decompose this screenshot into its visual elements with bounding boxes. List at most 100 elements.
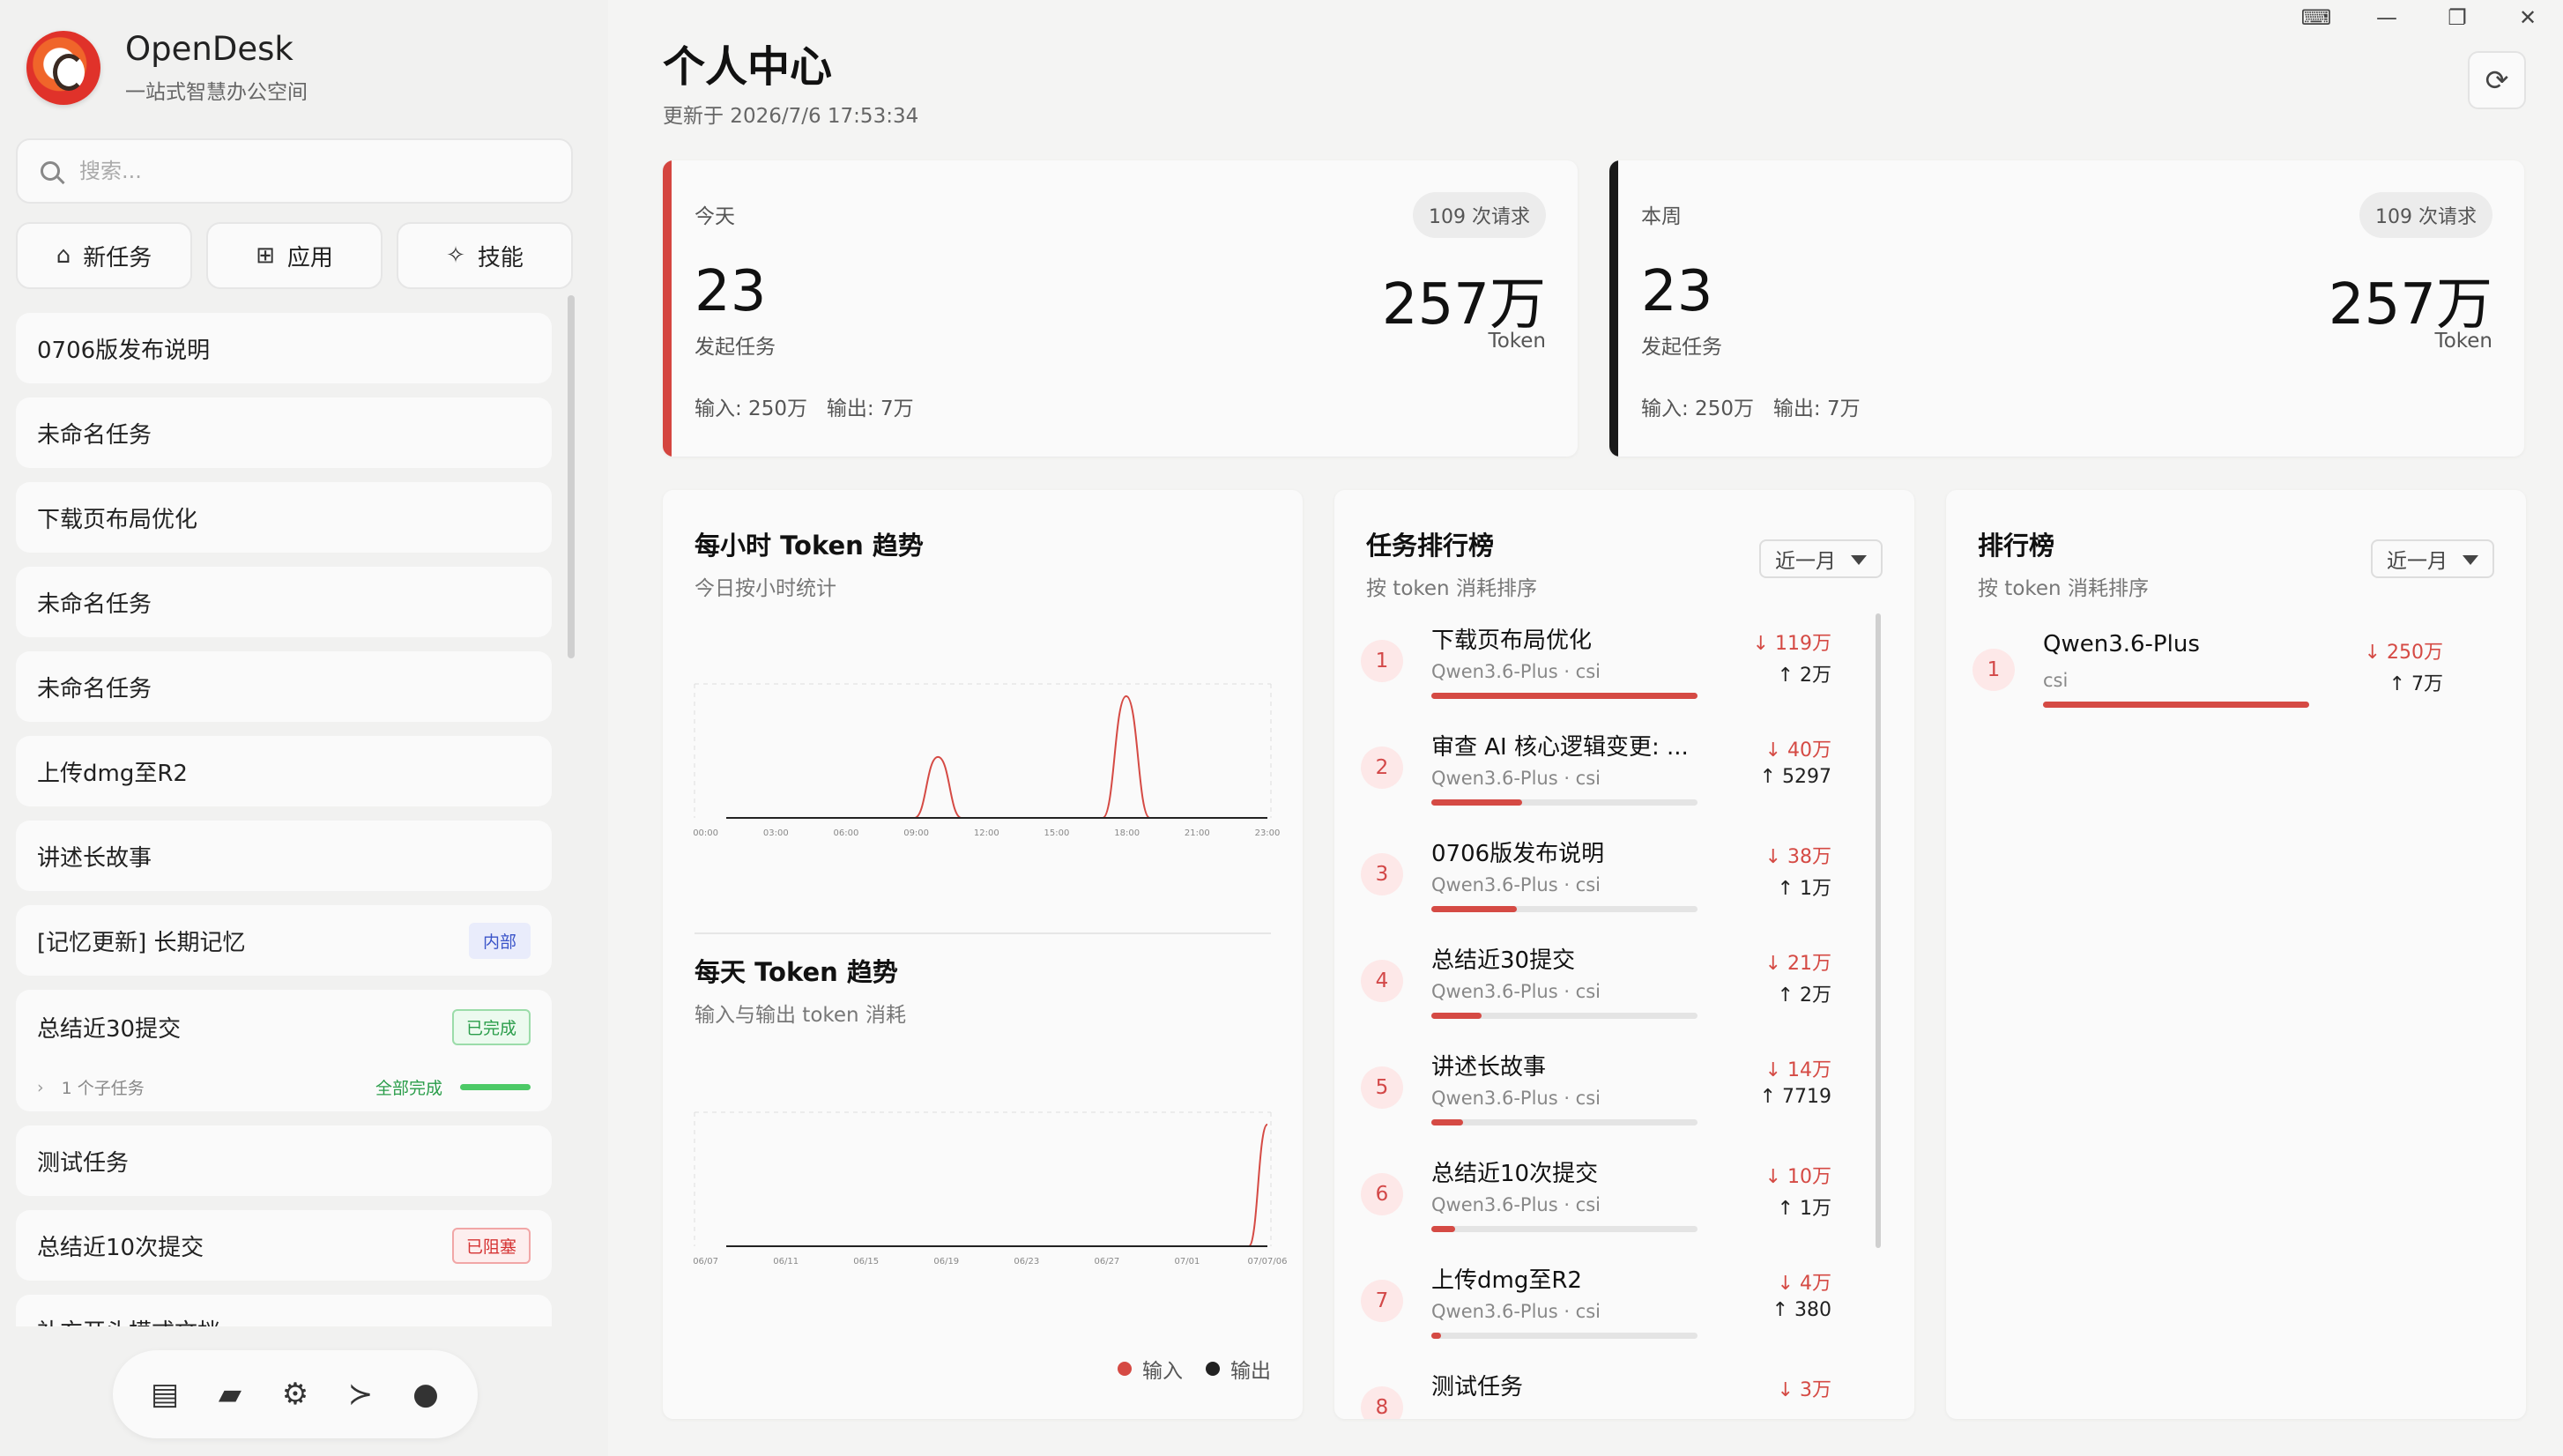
rank-number: 2 <box>1361 747 1403 789</box>
token-count-label: Token <box>2434 330 2492 353</box>
token-count-label: Token <box>1488 330 1546 353</box>
rank-input-tokens: ↓ 21万 <box>1764 953 1831 975</box>
model-rank-range-select[interactable]: 近一月 <box>2371 539 2494 578</box>
rank-item[interactable]: 1 Qwen3.6-Plus csi ↓ 250万 ↑ 7万 <box>1972 631 2475 719</box>
subtask-progress-bar <box>460 1084 531 1090</box>
server-icon[interactable]: ▤ <box>145 1377 185 1412</box>
subtask-summary[interactable]: › 1 个子任务 全部完成 <box>37 1075 531 1099</box>
task-title: 下载页布局优化 <box>37 506 198 533</box>
rank-share-track <box>1431 1119 1698 1125</box>
task-count: 23 <box>1641 259 1713 324</box>
rank-output-tokens: ↑ 5297 <box>1759 766 1831 788</box>
keyboard-icon[interactable]: ⌨ <box>2281 0 2351 35</box>
request-count-badge: 109 次请求 <box>1413 192 1546 238</box>
task-item[interactable]: 下载页布局优化 <box>16 482 552 553</box>
rank-item[interactable]: 8 测试任务 ↓ 3万 <box>1361 1369 1863 1419</box>
search-box[interactable] <box>16 138 573 204</box>
restore-icon[interactable]: ❐ <box>2422 0 2492 35</box>
status-badge: 已阻塞 <box>451 1227 531 1264</box>
daily-token-chart: 06/07 06/11 06/15 06/19 06/23 06/27 07/01 07/07… <box>693 1111 1287 1267</box>
folder-icon[interactable]: ▰ <box>210 1377 250 1412</box>
week-stat-card: 本周 109 次请求 23 发起任务 257万 Token 输入: 250万 输… <box>1609 160 2524 457</box>
rank-meta: csi <box>2043 670 2069 691</box>
task-item[interactable]: 未命名任务 <box>16 397 552 468</box>
task-list-scrollbar[interactable] <box>568 295 575 658</box>
search-input[interactable] <box>79 159 555 183</box>
grid-icon: ⊞ <box>256 242 275 269</box>
task-rank-scrollbar[interactable] <box>1876 613 1881 1248</box>
user-icon[interactable]: ● <box>405 1377 446 1412</box>
rank-item[interactable]: 4 总结近30提交 Qwen3.6-Plus · csi ↓ 21万 ↑ 2万 <box>1361 942 1863 1030</box>
rank-output-tokens: ↑ 7万 <box>2388 673 2443 695</box>
rank-input-tokens: ↓ 10万 <box>1764 1166 1831 1188</box>
x-tick-label: 06/11 <box>773 1257 799 1267</box>
status-badge: 已完成 <box>451 1009 531 1045</box>
rank-share-track <box>1431 1013 1698 1019</box>
rank-name: 审查 AI 核心逻辑变更: ... <box>1431 734 1689 761</box>
x-tick-label: 12:00 <box>974 828 999 838</box>
x-tick-label: 07/07/06 <box>1248 1257 1288 1267</box>
new-task-button[interactable]: ⌂ 新任务 <box>16 222 192 289</box>
task-item[interactable]: 未命名任务 <box>16 567 552 637</box>
rank-item[interactable]: 1 下载页布局优化 Qwen3.6-Plus · csi ↓ 119万 ↑ 2万 <box>1361 622 1863 710</box>
x-tick-label: 03:00 <box>763 828 789 838</box>
app-tagline: 一站式智慧办公空间 <box>125 81 308 104</box>
rank-output-tokens: ↑ 7719 <box>1759 1086 1831 1108</box>
rank-share-fill <box>1431 1226 1456 1232</box>
rank-input-tokens: ↓ 40万 <box>1764 739 1831 761</box>
token-trend-panel: 每小时 Token 趋势 今日按小时统计 00:00 03:00 06:00 09:0… <box>663 490 1303 1419</box>
skills-button[interactable]: ✧ 技能 <box>397 222 573 289</box>
rank-share-fill <box>1431 1013 1482 1019</box>
task-item[interactable]: 测试任务 <box>16 1125 552 1196</box>
task-item[interactable]: 讲述长故事 <box>16 821 552 891</box>
io-summary: 输入: 250万 输出: 7万 <box>1641 391 1861 421</box>
task-item[interactable]: [记忆更新] 长期记忆 内部 <box>16 905 552 976</box>
rank-share-track <box>1431 1333 1698 1339</box>
task-item[interactable]: 0706版发布说明 <box>16 313 552 383</box>
card-accent <box>1609 160 1618 457</box>
new-task-label: 新任务 <box>83 244 152 271</box>
close-icon[interactable]: ✕ <box>2492 0 2563 35</box>
rank-item[interactable]: 3 0706版发布说明 Qwen3.6-Plus · csi ↓ 38万 ↑ 1万 <box>1361 836 1863 924</box>
app-logo <box>26 30 100 105</box>
terminal-icon[interactable]: ≻ <box>340 1377 381 1412</box>
rank-input-tokens: ↓ 4万 <box>1777 1273 1831 1295</box>
task-item[interactable]: 未命名任务 <box>16 651 552 722</box>
series-line-0 <box>725 695 1267 819</box>
rank-meta: Qwen3.6-Plus · csi <box>1431 1301 1601 1322</box>
task-rank-range-select[interactable]: 近一月 <box>1759 539 1883 578</box>
rank-share-track <box>1431 906 1698 912</box>
today-stat-card: 今天 109 次请求 23 发起任务 257万 Token 输入: 250万 输… <box>663 160 1578 457</box>
task-title: 未命名任务 <box>37 591 152 618</box>
chevron-right-icon: › <box>37 1077 44 1097</box>
rank-share-fill <box>1431 1119 1464 1125</box>
rank-item[interactable]: 2 审查 AI 核心逻辑变更: ... Qwen3.6-Plus · csi ↓ 40… <box>1361 729 1863 817</box>
x-tick-label: 23:00 <box>1255 828 1281 838</box>
task-item[interactable]: 补充开头模式文档 <box>16 1295 552 1326</box>
rank-item[interactable]: 7 上传dmg至R2 Qwen3.6-Plus · csi ↓ 4万 ↑ 380 <box>1361 1262 1863 1350</box>
io-summary: 输入: 250万 输出: 7万 <box>695 391 914 421</box>
rank-item[interactable]: 6 总结近10次提交 Qwen3.6-Plus · csi ↓ 10万 ↑ 1万 <box>1361 1155 1863 1244</box>
rank-share-track <box>1431 1226 1698 1232</box>
rank-name: 讲述长故事 <box>1431 1054 1547 1081</box>
status-badge: 内部 <box>468 922 531 959</box>
task-item[interactable]: 总结近10次提交 已阻塞 <box>16 1210 552 1281</box>
refresh-button[interactable]: ⟳ <box>2468 51 2526 109</box>
task-count-label: 发起任务 <box>1641 336 1722 359</box>
updated-time: 更新于 2026/7/6 17:53:34 <box>663 105 919 128</box>
apps-button[interactable]: ⊞ 应用 <box>206 222 383 289</box>
task-title: 上传dmg至R2 <box>37 760 188 787</box>
minimize-icon[interactable]: — <box>2351 0 2422 35</box>
search-icon <box>41 161 60 181</box>
hourly-chart-title: 每小时 Token 趋势 <box>695 531 924 561</box>
task-item[interactable]: 总结近30提交 已完成 › 1 个子任务 全部完成 <box>16 990 552 1111</box>
rank-name: 总结近30提交 <box>1431 947 1576 974</box>
rank-item[interactable]: 5 讲述长故事 Qwen3.6-Plus · csi ↓ 14万 ↑ 7719 <box>1361 1049 1863 1137</box>
rank-number: 4 <box>1361 960 1403 1002</box>
input-total: 输入: 250万 <box>1641 397 1754 420</box>
rank-name: 上传dmg至R2 <box>1431 1267 1582 1294</box>
task-title: 未命名任务 <box>37 675 152 702</box>
gear-icon[interactable]: ⚙ <box>275 1377 316 1412</box>
task-item[interactable]: 上传dmg至R2 <box>16 736 552 806</box>
rank-meta: Qwen3.6-Plus · csi <box>1431 768 1601 789</box>
